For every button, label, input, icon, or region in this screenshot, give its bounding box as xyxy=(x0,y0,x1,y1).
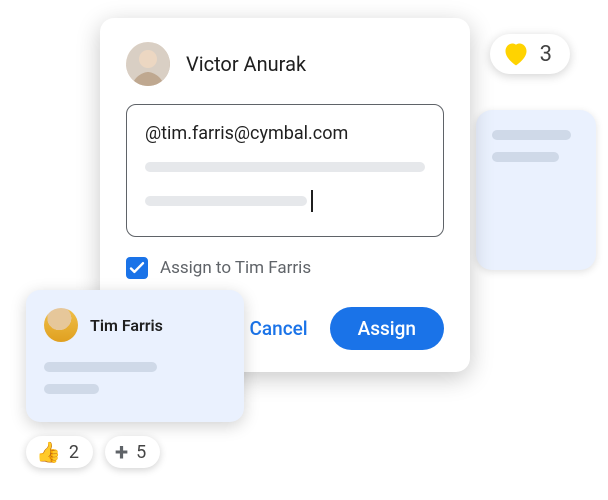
heart-reaction-pill[interactable]: 3 xyxy=(490,34,570,74)
cancel-button[interactable]: Cancel xyxy=(245,309,311,348)
placeholder-row xyxy=(145,190,425,212)
plus-icon: + xyxy=(115,440,128,464)
placeholder-line xyxy=(145,196,307,206)
placeholder-line xyxy=(492,130,571,140)
assign-checkbox[interactable] xyxy=(126,257,148,279)
author-name: Victor Anurak xyxy=(186,52,306,76)
heart-icon xyxy=(502,40,530,68)
assignee-card[interactable]: Tim Farris xyxy=(26,290,244,422)
assign-button[interactable]: Assign xyxy=(330,307,444,350)
placeholder-line xyxy=(492,152,559,162)
author-row: Victor Anurak xyxy=(126,42,444,86)
placeholder-line xyxy=(44,362,157,372)
assign-label: Assign to Tim Farris xyxy=(160,258,311,278)
comment-input[interactable]: @tim.farris@cymbal.com xyxy=(126,104,444,237)
thumbs-up-reaction[interactable]: 👍 2 xyxy=(26,436,93,468)
assignee-placeholder xyxy=(44,362,226,394)
assignee-header: Tim Farris xyxy=(44,308,226,342)
text-caret xyxy=(311,190,313,212)
add-reaction-count: 5 xyxy=(136,442,146,463)
assign-row: Assign to Tim Farris xyxy=(126,257,444,279)
heart-reaction-count: 3 xyxy=(540,42,552,67)
assignee-avatar xyxy=(44,308,78,342)
author-avatar xyxy=(126,42,170,86)
thumbs-up-icon: 👍 xyxy=(36,442,61,462)
thumbs-up-count: 2 xyxy=(69,442,79,463)
add-reaction[interactable]: + 5 xyxy=(105,436,160,468)
assignee-name: Tim Farris xyxy=(90,316,163,335)
placeholder-line xyxy=(145,162,425,172)
background-card xyxy=(476,110,596,270)
reaction-row: 👍 2 + 5 xyxy=(26,436,160,468)
placeholder-row xyxy=(145,162,425,172)
mention-text: @tim.farris@cymbal.com xyxy=(145,123,425,144)
placeholder-line xyxy=(44,384,99,394)
